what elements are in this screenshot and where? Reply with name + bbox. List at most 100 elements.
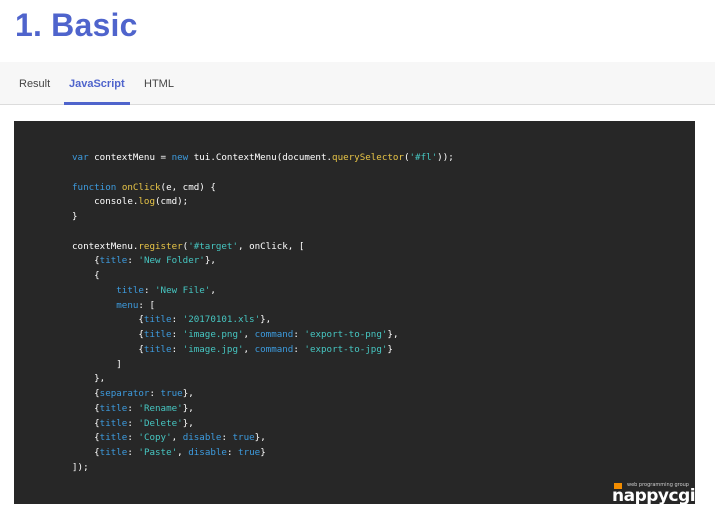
code-line: {title: 'Rename'},	[72, 402, 454, 417]
code-token: true	[160, 388, 183, 399]
code-token: },	[204, 255, 216, 267]
code-token: querySelector	[332, 152, 404, 163]
code-token: :	[221, 432, 233, 444]
watermark-logo-text: nappycgi	[612, 486, 696, 506]
code-line: {separator: true},	[72, 387, 454, 402]
code-line: title: 'New File',	[72, 284, 454, 299]
code-token: :	[171, 329, 183, 340]
code-token: register	[138, 240, 183, 252]
code-token: {	[72, 255, 100, 267]
code-token: },	[387, 329, 399, 340]
code-token: ]);	[72, 461, 89, 473]
code-token: },	[182, 402, 194, 414]
code-token: ,	[210, 284, 216, 296]
code-token: title	[99, 432, 128, 444]
tab-result[interactable]: Result	[19, 62, 50, 104]
code-token: :	[127, 402, 139, 414]
code-token: title	[99, 255, 128, 267]
code-token: : [	[138, 299, 156, 311]
code-token: disable	[182, 432, 222, 444]
code-token: ));	[437, 152, 454, 163]
code-line: ]	[72, 358, 454, 373]
code-line: {title: '20170101.xls'},	[72, 313, 454, 328]
code-token: onClick	[121, 181, 161, 193]
code-line: {title: 'Paste', disable: true}	[72, 446, 454, 461]
code-token: '20170101.xls'	[182, 314, 261, 326]
code-token: :	[149, 388, 161, 399]
code-token: title	[143, 314, 172, 326]
code-token: title	[116, 284, 144, 296]
code-token: 'New File'	[155, 284, 211, 296]
code-token: :	[171, 314, 183, 326]
code-panel: var contextMenu = new tui.ContextMenu(do…	[14, 121, 695, 504]
code-token: 'image.png'	[182, 329, 244, 340]
code-token: {	[72, 447, 100, 458]
code-token: :	[127, 447, 139, 458]
code-token: :	[127, 255, 139, 267]
code-token: title	[99, 447, 128, 458]
code-token: console.	[72, 196, 139, 208]
code-token: {	[72, 343, 144, 355]
code-token: 'Delete'	[138, 417, 183, 429]
code-token: function	[72, 181, 117, 193]
code-token: 'image.jpg'	[182, 343, 244, 355]
code-token: title	[143, 343, 172, 355]
code-line: menu: [	[72, 299, 454, 314]
code-token: :	[127, 417, 139, 429]
code-token: title	[99, 402, 128, 414]
code-token: title	[99, 417, 128, 429]
page-title: 1. Basic	[15, 7, 138, 43]
code-token: log	[138, 196, 155, 208]
code-token: 'Copy'	[138, 432, 172, 444]
code-token: disable	[188, 447, 227, 458]
code-token: (e, cmd) {	[160, 181, 216, 193]
tab-bar: Result JavaScript HTML	[0, 62, 715, 105]
code-token: {	[72, 314, 144, 326]
code-token: menu	[116, 299, 139, 311]
code-line: {title: 'Delete'},	[72, 417, 454, 432]
code-token: },	[254, 432, 266, 444]
code-line: {	[72, 269, 454, 284]
code-token: {	[72, 417, 100, 429]
code-token: :	[171, 343, 183, 355]
code-token: 'Rename'	[138, 402, 183, 414]
code-token: },	[260, 314, 272, 326]
code-token: ]	[72, 358, 122, 370]
code-token: :	[143, 284, 156, 296]
code-token: contextMenu.	[72, 240, 139, 252]
code-token: command	[254, 329, 294, 340]
watermark-logo: web programming group nappycgi	[612, 482, 708, 510]
code-token: :	[293, 343, 305, 355]
code-line: },	[72, 372, 454, 387]
code-token: var	[72, 152, 89, 163]
code-line: var contextMenu = new tui.ContextMenu(do…	[72, 151, 454, 166]
tab-html[interactable]: HTML	[144, 62, 174, 104]
code-token: {	[72, 432, 100, 444]
code-line: function onClick(e, cmd) {	[72, 181, 454, 196]
code-token: true	[232, 432, 255, 444]
code-token: },	[182, 388, 194, 399]
code-token: :	[226, 447, 239, 458]
code-token: tui.ContextMenu(document.	[188, 152, 333, 163]
code-token: 'export-to-jpg'	[304, 343, 388, 355]
tab-javascript[interactable]: JavaScript	[64, 62, 130, 105]
code-token: , onClick, [	[238, 240, 305, 252]
code-line: {title: 'Copy', disable: true},	[72, 431, 454, 446]
code-token: '#fl'	[409, 152, 438, 163]
code-line: console.log(cmd);	[72, 195, 454, 210]
code-token: :	[127, 432, 139, 444]
code-token: }	[260, 447, 266, 458]
code-token: {	[72, 329, 144, 340]
code-token: command	[254, 343, 294, 355]
code-token: },	[72, 373, 106, 385]
code-line: }	[72, 210, 454, 225]
code-token: ,	[243, 329, 255, 340]
code-line: {title: 'image.jpg', command: 'export-to…	[72, 343, 454, 358]
code-token: new	[171, 152, 189, 163]
code-token: 'Paste'	[138, 447, 178, 458]
code-line: ]);	[72, 461, 454, 476]
